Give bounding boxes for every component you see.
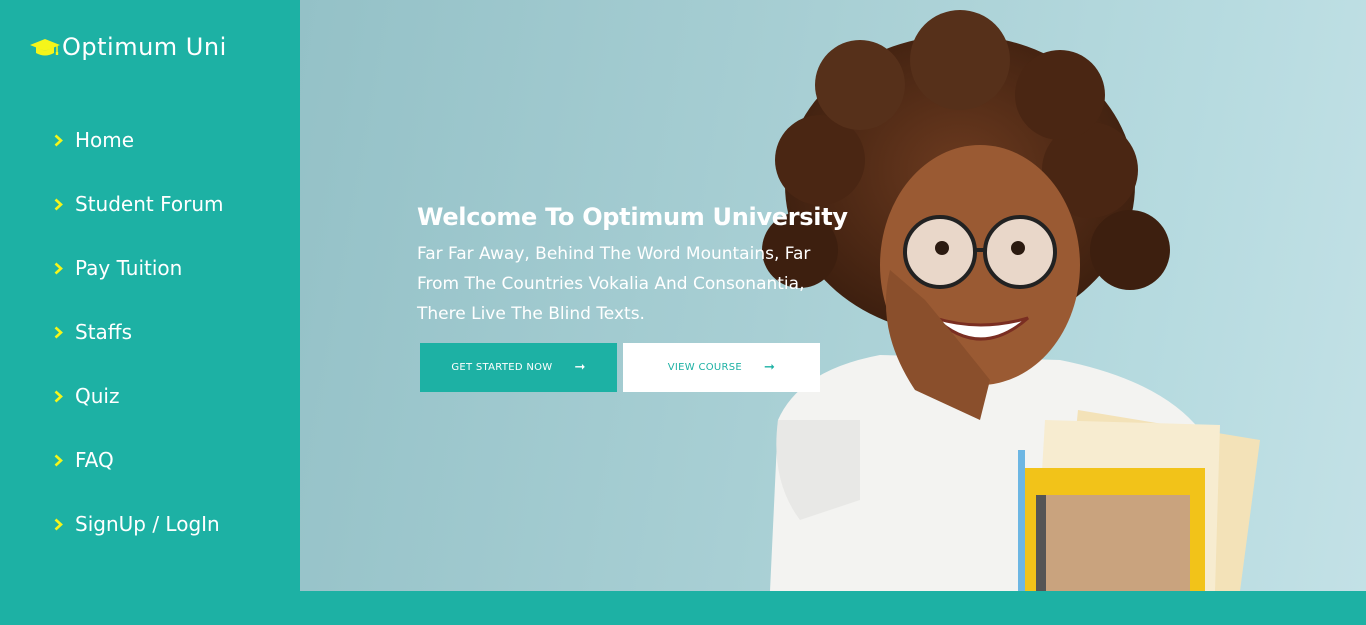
- brand-logo[interactable]: Optimum Uni: [30, 33, 227, 61]
- brand-name: Optimum Uni: [62, 33, 227, 61]
- hero-text-block: Welcome To Optimum University Far Far Aw…: [417, 203, 857, 329]
- arrow-right-icon: ➞: [764, 360, 776, 375]
- graduation-cap-icon: [30, 36, 60, 58]
- sidebar: Optimum Uni Home Student Forum Pay Tuiti…: [0, 0, 300, 625]
- arrow-right-icon: ➞: [574, 360, 586, 375]
- sidebar-item-label: Staffs: [75, 320, 132, 344]
- sidebar-item-label: Pay Tuition: [75, 256, 183, 280]
- sidebar-item-label: SignUp / LogIn: [75, 512, 220, 536]
- sidebar-item-faq[interactable]: FAQ: [54, 428, 224, 492]
- sidebar-item-student-forum[interactable]: Student Forum: [54, 172, 224, 236]
- sidebar-nav: Home Student Forum Pay Tuition Staffs Qu…: [54, 108, 224, 556]
- view-course-button[interactable]: VIEW COURSE ➞: [623, 343, 820, 392]
- chevron-right-icon: [54, 518, 75, 531]
- sidebar-item-pay-tuition[interactable]: Pay Tuition: [54, 236, 224, 300]
- chevron-right-icon: [54, 390, 75, 403]
- view-course-label: VIEW COURSE: [667, 362, 743, 373]
- sidebar-item-quiz[interactable]: Quiz: [54, 364, 224, 428]
- chevron-right-icon: [54, 262, 75, 275]
- sidebar-item-staffs[interactable]: Staffs: [54, 300, 224, 364]
- chevron-right-icon: [54, 198, 75, 211]
- sidebar-item-home[interactable]: Home: [54, 108, 224, 172]
- chevron-right-icon: [54, 454, 75, 467]
- bottom-band: [300, 591, 1366, 625]
- sidebar-item-label: Quiz: [75, 384, 120, 408]
- chevron-right-icon: [54, 326, 75, 339]
- get-started-button[interactable]: GET STARTED NOW ➞: [420, 343, 617, 392]
- hero-title: Welcome To Optimum University: [417, 203, 848, 231]
- hero-subtitle: Far Far Away, Behind The Word Mountains,…: [417, 244, 811, 324]
- sidebar-item-label: Home: [75, 128, 135, 152]
- sidebar-item-label: FAQ: [75, 448, 114, 472]
- sidebar-item-label: Student Forum: [75, 192, 224, 216]
- get-started-label: GET STARTED NOW: [451, 362, 553, 373]
- sidebar-item-signup-login[interactable]: SignUp / LogIn: [54, 492, 224, 556]
- chevron-right-icon: [54, 134, 75, 147]
